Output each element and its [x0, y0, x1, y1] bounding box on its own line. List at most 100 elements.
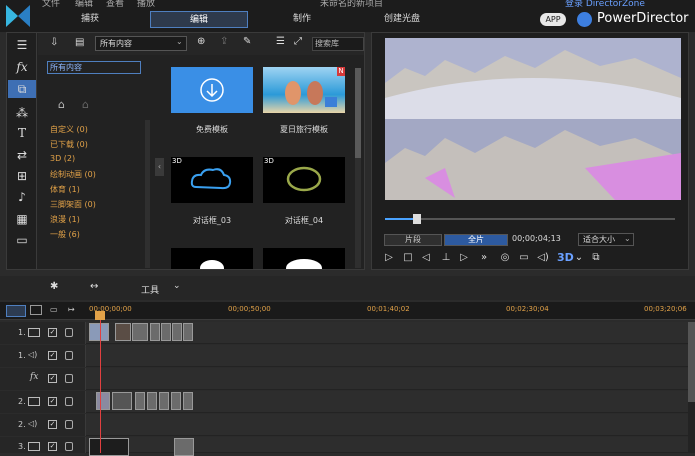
voice-over-icon[interactable]: ♪ — [8, 188, 36, 206]
storyboard-view-icon[interactable] — [30, 305, 42, 315]
category-animation[interactable]: 绘制动画 (0) — [50, 169, 96, 180]
trim-icon[interactable]: ↔ — [90, 281, 98, 292]
undock-icon[interactable]: ⧉ — [590, 252, 602, 264]
category-sports[interactable]: 体育 (1) — [50, 184, 80, 195]
lock-icon[interactable] — [65, 374, 73, 383]
timeline-clip[interactable] — [96, 392, 110, 410]
library-filter-dropdown[interactable]: 所有内容 — [95, 36, 187, 51]
fast-forward-icon[interactable]: » — [478, 252, 490, 264]
track-manager-icon[interactable]: ▭ — [50, 305, 58, 314]
menu-view[interactable]: 查看 — [106, 0, 124, 9]
track-enable-checkbox[interactable]: ✓ — [48, 374, 57, 383]
playhead-handle[interactable] — [95, 311, 105, 320]
share-icon[interactable]: ⇪ — [220, 36, 228, 47]
timeline-clip[interactable] — [115, 323, 131, 341]
fx-room-icon[interactable]: fx — [8, 58, 36, 76]
category-general[interactable]: 一般 (6) — [50, 229, 80, 240]
movie-mode-button[interactable]: 全片 — [444, 234, 508, 246]
lock-icon[interactable] — [65, 442, 73, 451]
track-enable-checkbox[interactable]: ✓ — [48, 397, 57, 406]
title-room-icon[interactable]: T — [8, 124, 36, 142]
tools-menu-label[interactable]: 工具 — [141, 283, 159, 296]
import-icon[interactable]: ⇩ — [50, 37, 64, 49]
track-enable-checkbox[interactable]: ✓ — [48, 442, 57, 451]
timeline-clip[interactable] — [174, 438, 194, 456]
timeline-clip[interactable] — [172, 323, 182, 341]
category-romance[interactable]: 浪漫 (1) — [50, 214, 80, 225]
audio-mixing-icon[interactable]: ⊞ — [8, 167, 36, 185]
category-scrollbar[interactable] — [145, 120, 150, 268]
template-thumb-free[interactable] — [171, 67, 253, 113]
title-thumb-dialog04[interactable] — [263, 157, 345, 203]
category-3d[interactable]: 3D (2) — [50, 154, 75, 163]
tab-produce[interactable]: 制作 — [262, 11, 342, 28]
clip-mode-button[interactable]: 片段 — [384, 234, 442, 246]
playhead[interactable] — [100, 318, 101, 453]
fit-timeline-icon[interactable]: ↦ — [68, 305, 75, 314]
timeline-clip[interactable] — [183, 392, 193, 410]
previous-frame-icon[interactable]: ◁ — [420, 252, 432, 264]
remove-category-icon[interactable]: ⌂ — [82, 98, 89, 111]
timeline-clip[interactable] — [132, 323, 148, 341]
expand-icon[interactable]: ⤢ — [294, 36, 302, 47]
timecode-display[interactable]: 00;00;04;13 — [512, 234, 561, 243]
next-frame-icon[interactable]: ▷ — [458, 252, 470, 264]
track-enable-checkbox[interactable]: ✓ — [48, 420, 57, 429]
edit-pencil-icon[interactable]: ✎ — [243, 36, 251, 47]
magic-tools-icon[interactable]: ✱ — [50, 281, 58, 292]
add-category-icon[interactable]: ⌂ — [58, 98, 65, 111]
lock-icon[interactable] — [65, 397, 73, 406]
title-thumb-dialog03[interactable] — [171, 157, 253, 203]
library-search-input[interactable]: 搜索库 — [312, 37, 364, 51]
menu-file[interactable]: 文件 — [42, 0, 60, 9]
title-thumb-next1[interactable] — [171, 248, 253, 276]
template-thumb-summer[interactable] — [263, 67, 345, 113]
app-badge[interactable]: APP — [540, 13, 566, 26]
track-enable-checkbox[interactable]: ✓ — [48, 328, 57, 337]
timeline-clip[interactable] — [147, 392, 157, 410]
add-icon[interactable]: ⊕ — [197, 36, 205, 47]
collapse-panel-icon[interactable]: ‹ — [155, 158, 164, 176]
category-downloaded[interactable]: 已下载 (0) — [50, 139, 88, 150]
timeline-scrollbar-thumb[interactable] — [688, 322, 695, 402]
timeline-clip[interactable] — [183, 323, 193, 341]
library-scrollbar-thumb[interactable] — [355, 68, 361, 158]
seek-handle[interactable] — [413, 214, 421, 224]
subtitle-icon[interactable]: ▭ — [518, 252, 530, 264]
particle-room-icon[interactable]: ⁂ — [8, 104, 36, 122]
category-tripod[interactable]: 三脚架面 (0) — [50, 199, 96, 210]
play-icon[interactable]: ▷ — [383, 252, 395, 264]
lock-icon[interactable] — [65, 328, 73, 337]
split-icon[interactable]: ⊥ — [440, 252, 452, 264]
timeline-clip[interactable] — [161, 323, 171, 341]
timeline-clip[interactable] — [171, 392, 181, 410]
chevron-down-icon[interactable]: ⌄ — [173, 281, 181, 291]
chapter-room-icon[interactable]: ▦ — [8, 210, 36, 228]
chevron-down-icon[interactable]: ⌄ — [573, 252, 585, 264]
track-audio-1[interactable] — [0, 345, 689, 367]
timeline-clip[interactable] — [89, 323, 109, 341]
tab-edit[interactable]: 编辑 — [150, 11, 248, 28]
timeline-clip[interactable] — [89, 438, 129, 456]
timeline-clip[interactable] — [112, 392, 132, 410]
track-audio-2[interactable] — [0, 414, 689, 436]
directorzone-link[interactable]: 登录 DirectorZone — [565, 0, 645, 9]
track-enable-checkbox[interactable]: ✓ — [48, 351, 57, 360]
menu-edit[interactable]: 编辑 — [75, 0, 93, 9]
category-custom[interactable]: 自定义 (0) — [50, 124, 88, 135]
lock-icon[interactable] — [65, 351, 73, 360]
menu-play[interactable]: 播放 — [137, 0, 155, 9]
timeline-clip[interactable] — [159, 392, 169, 410]
timeline-clip[interactable] — [150, 323, 160, 341]
track-fx[interactable] — [0, 368, 689, 390]
stop-icon[interactable]: □ — [402, 252, 414, 264]
3d-toggle[interactable]: 3D — [557, 251, 574, 264]
transition-room-icon[interactable]: ⇄ — [8, 146, 36, 164]
tab-create-disc[interactable]: 创建光盘 — [362, 11, 442, 28]
video-preview[interactable] — [385, 38, 681, 200]
media-room-icon[interactable]: ☰ — [8, 36, 36, 54]
snapshot-icon[interactable]: ◎ — [499, 252, 511, 264]
pip-room-icon[interactable]: ⧉ — [8, 80, 36, 98]
subtitle-room-icon[interactable]: ▭ — [8, 231, 36, 249]
timeline-clip[interactable] — [135, 392, 145, 410]
